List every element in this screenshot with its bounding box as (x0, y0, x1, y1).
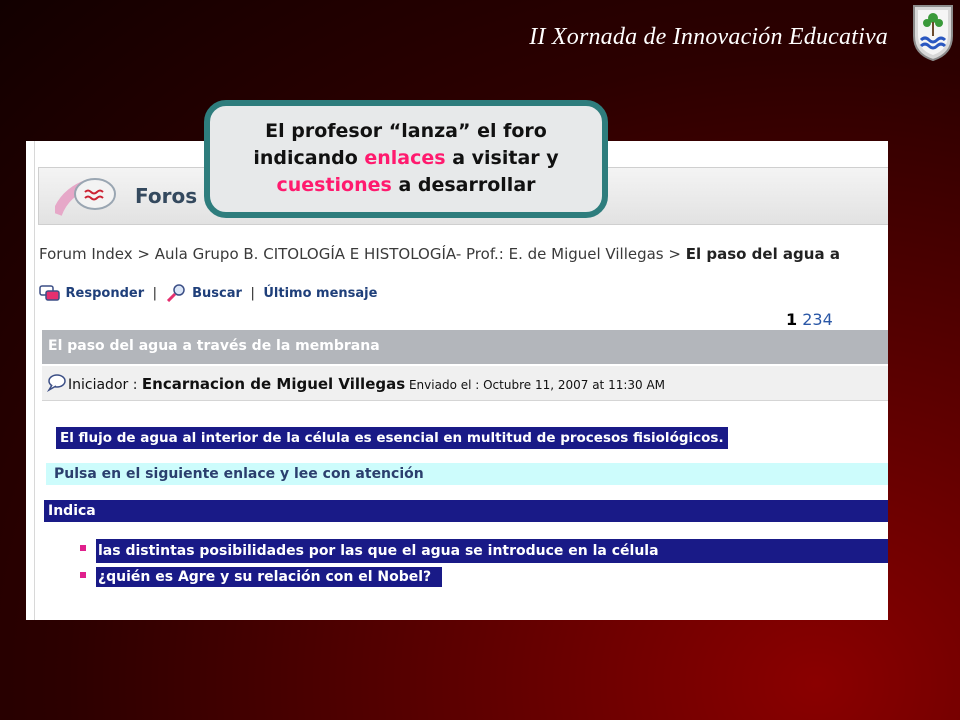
forum-speech-bubble-icon (55, 178, 116, 216)
callout-box: El profesor “lanza” el foro indicando en… (204, 100, 608, 218)
bullet-icon (80, 545, 86, 551)
breadcrumb-forum-index[interactable]: Forum Index (39, 245, 133, 263)
callout-text: indicando (253, 147, 365, 169)
question-text: ¿quién es Agre y su relación con el Nobe… (98, 569, 432, 585)
breadcrumb: Forum Index > Aula Grupo B. CITOLOGÍA E … (39, 245, 840, 263)
callout-line: El profesor “lanza” el foro (265, 120, 547, 142)
action-separator: | (152, 285, 158, 301)
question-text: las distintas posibilidades por las que … (98, 543, 659, 559)
speech-bubble-icon (46, 374, 66, 392)
callout-line: cuestiones a desarrollar (210, 172, 602, 199)
search-icon[interactable] (166, 284, 188, 302)
reply-link[interactable]: Responder (66, 286, 145, 301)
breadcrumb-separator: > (663, 245, 686, 263)
page-current: 1 (786, 310, 798, 329)
search-link[interactable]: Buscar (192, 286, 242, 301)
last-message-link[interactable]: Último mensaje (263, 286, 377, 301)
breadcrumb-course[interactable]: Aula Grupo B. CITOLOGÍA E HISTOLOGÍA- Pr… (155, 245, 664, 263)
callout-text: a visitar y (445, 147, 559, 169)
breadcrumb-separator: > (132, 245, 155, 263)
callout-text: a desarrollar (391, 174, 536, 196)
list-item: ¿quién es Agre y su relación con el Nobe… (96, 567, 442, 587)
slide-title: II Xornada de Innovación Educativa (529, 24, 888, 50)
thread-starter-row: Iniciador : Encarnacion de Miguel Villeg… (42, 366, 888, 401)
callout-highlight-links: enlaces (364, 147, 446, 169)
indica-label: Indica (48, 503, 96, 519)
thread-title-bar: El paso del agua a través de la membrana (42, 330, 888, 364)
callout-highlight-questions: cuestiones (276, 174, 392, 196)
section-label: Foros (135, 184, 198, 208)
thread-actions: Responder | Buscar | Último mensaje (39, 284, 377, 302)
indica-header: Indica (44, 500, 888, 522)
post-intro: El flujo de agua al interior de la célul… (56, 427, 728, 449)
sent-date: Enviado el : Octubre 11, 2007 at 11:30 A… (405, 378, 666, 392)
page-link[interactable]: 4 (823, 310, 833, 329)
pagination: 1 234 (786, 310, 833, 329)
crest-logo-icon (913, 5, 953, 62)
thread-title: El paso del agua a través de la membrana (48, 338, 380, 354)
starter-label: Iniciador : (68, 377, 142, 393)
reply-icon[interactable] (39, 284, 61, 302)
link-prompt[interactable]: Pulsa en el siguiente enlace y lee con a… (54, 466, 424, 482)
callout-line: indicando enlaces a visitar y (210, 145, 602, 172)
page-link[interactable]: 2 (802, 310, 812, 329)
page-link[interactable]: 3 (812, 310, 822, 329)
thread-starter-info: Iniciador : Encarnacion de Miguel Villeg… (68, 375, 665, 393)
starter-name[interactable]: Encarnacion de Miguel Villegas (142, 375, 405, 393)
action-separator: | (250, 285, 255, 301)
bullet-icon (80, 572, 86, 578)
link-prompt-bar[interactable]: Pulsa en el siguiente enlace y lee con a… (46, 463, 888, 485)
list-item: las distintas posibilidades por las que … (96, 539, 888, 563)
breadcrumb-current-thread: El paso del agua a (685, 245, 840, 263)
divider (34, 141, 35, 620)
